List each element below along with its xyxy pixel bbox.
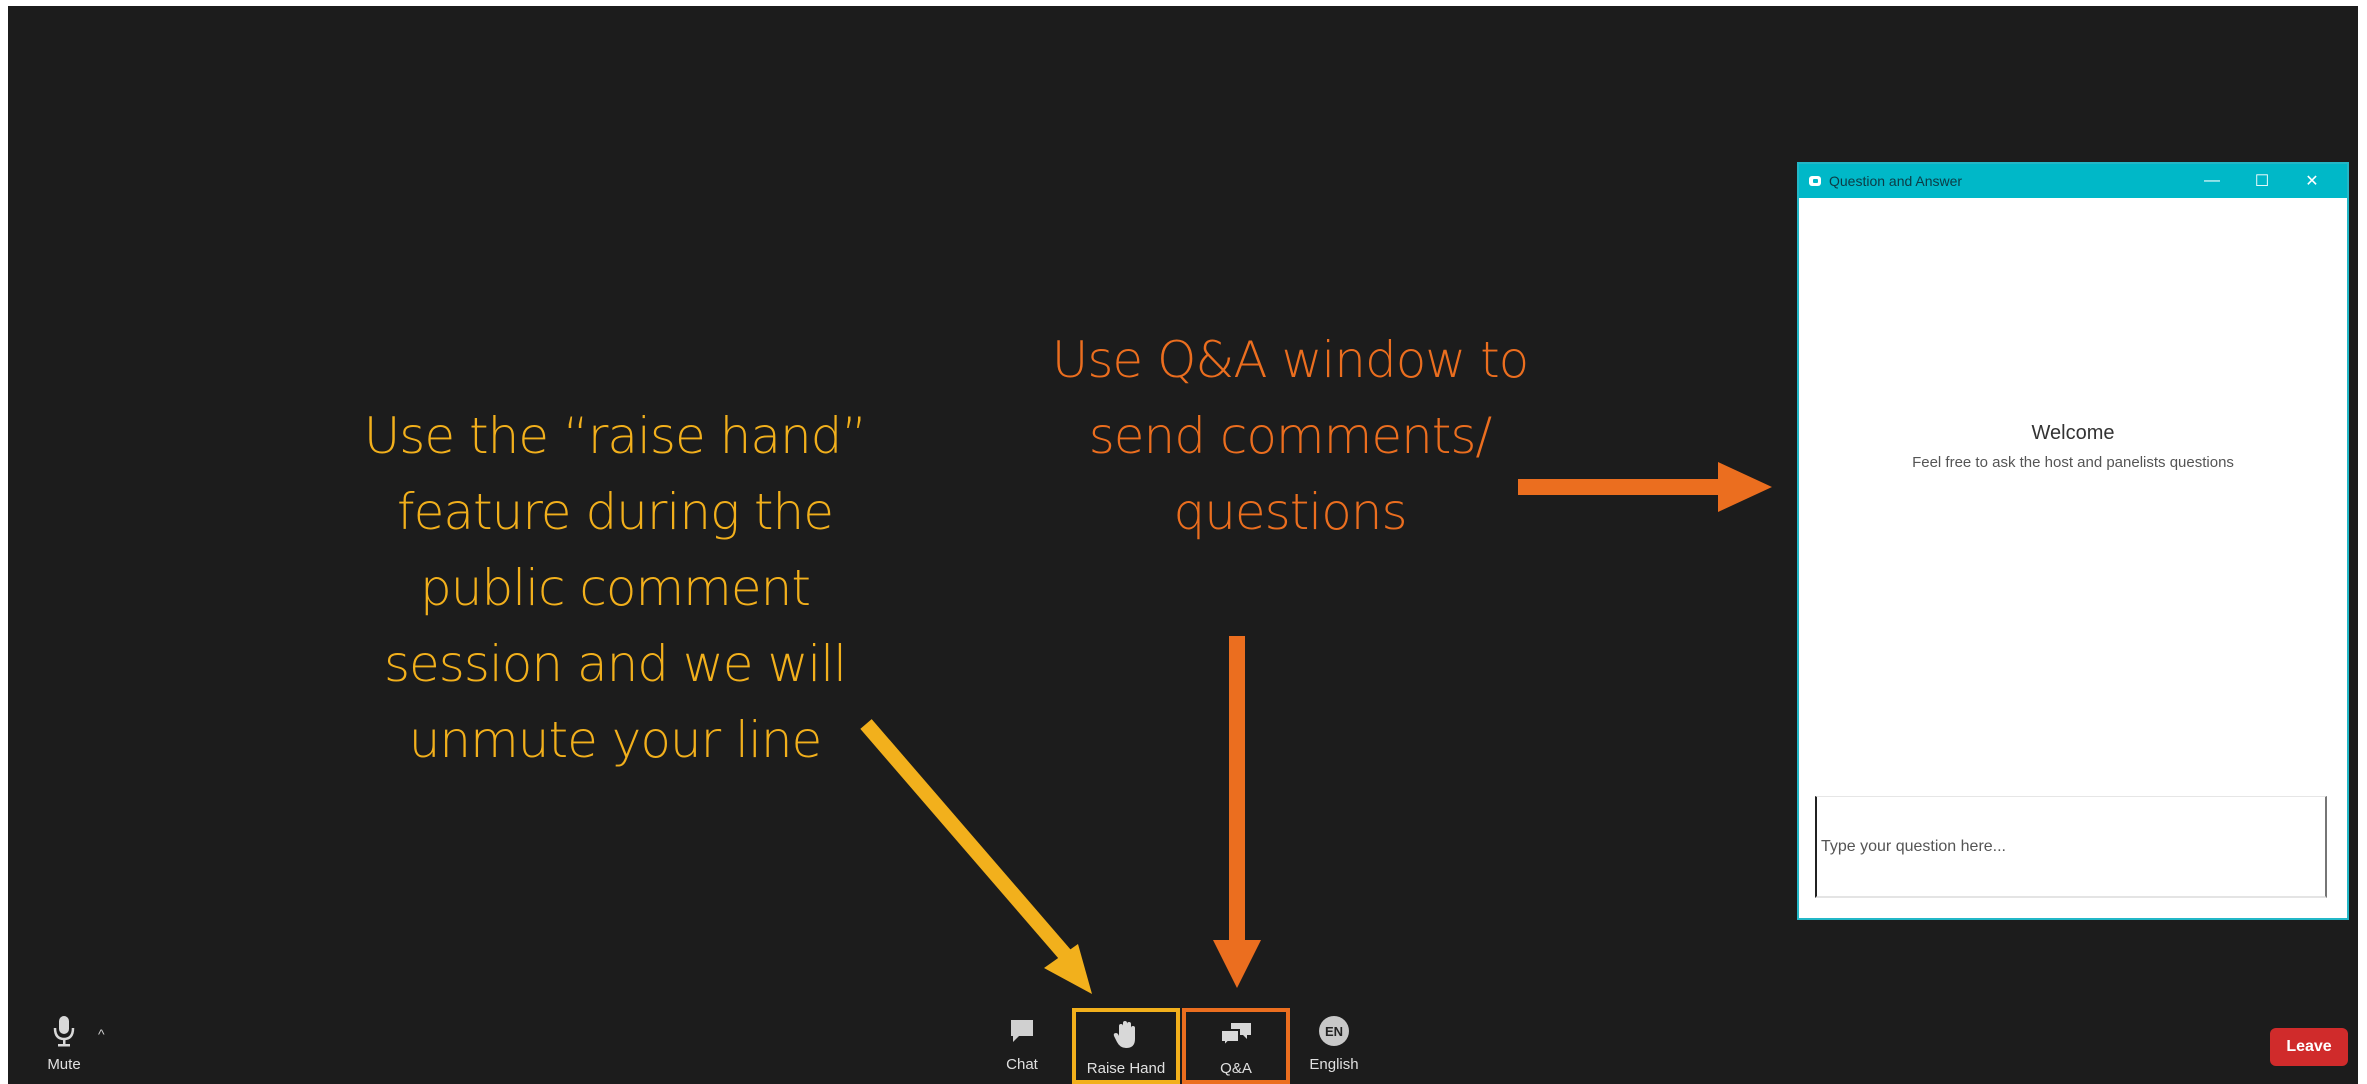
qa-button[interactable]: Q&A — [1182, 1008, 1290, 1084]
hand-icon — [1113, 1018, 1139, 1052]
qa-welcome-subtitle: Feel free to ask the host and panelists … — [1912, 454, 2234, 471]
language-label: English — [1309, 1056, 1359, 1073]
language-badge: EN — [1319, 1016, 1349, 1046]
arrow-to-raise-hand-button — [860, 719, 1092, 994]
qa-window[interactable]: Question and Answer — ☐ ✕ Welcome Feel f… — [1797, 162, 2349, 920]
qa-titlebar[interactable]: Question and Answer — ☐ ✕ — [1799, 164, 2347, 198]
mute-button[interactable]: Mute — [24, 1008, 104, 1084]
qa-label: Q&A — [1220, 1060, 1252, 1077]
qa-welcome-heading: Welcome — [2031, 422, 2115, 444]
arrow-to-qa-window — [1518, 462, 1772, 512]
raise-hand-button[interactable]: Raise Hand — [1072, 1008, 1180, 1084]
mute-label: Mute — [47, 1056, 81, 1073]
chat-label: Chat — [1006, 1056, 1038, 1073]
qa-window-title: Question and Answer — [1829, 173, 1963, 189]
raise-hand-label: Raise Hand — [1086, 1060, 1166, 1077]
minimize-icon[interactable]: — — [2187, 172, 2237, 190]
language-button[interactable]: EN English — [1292, 1008, 1376, 1084]
microphone-icon — [53, 1014, 75, 1048]
close-icon[interactable]: ✕ — [2287, 171, 2337, 191]
language-badge-icon: EN — [1319, 1014, 1349, 1048]
question-input[interactable] — [1815, 796, 2327, 898]
qa-bubbles-icon — [1219, 1018, 1253, 1052]
chat-bubble-icon — [1008, 1014, 1036, 1048]
mute-options-caret[interactable]: ^ — [98, 1026, 105, 1042]
chat-button[interactable]: Chat — [982, 1008, 1062, 1084]
maximize-icon[interactable]: ☐ — [2237, 171, 2287, 191]
zoom-app-icon — [1809, 176, 1821, 186]
leave-button[interactable]: Leave — [2270, 1028, 2348, 1066]
arrow-to-qa-button — [1213, 636, 1261, 988]
